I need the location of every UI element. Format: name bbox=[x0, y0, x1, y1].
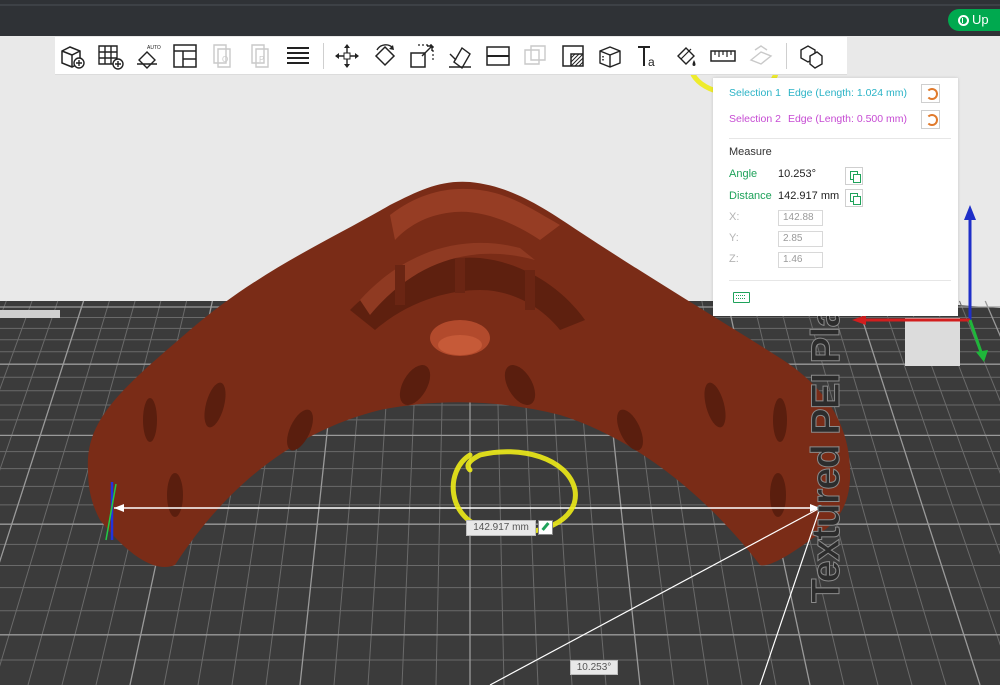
x-field[interactable]: 142.88 bbox=[778, 210, 823, 226]
seam-paint-button[interactable] bbox=[595, 41, 625, 71]
measure-title: Measure bbox=[729, 146, 772, 158]
distance-value: 142.917 mm bbox=[778, 190, 840, 202]
seam-paint-icon bbox=[599, 45, 622, 68]
assembly-button[interactable] bbox=[746, 41, 776, 71]
toolbar-separator bbox=[786, 42, 788, 69]
panel-divider bbox=[729, 280, 951, 281]
auto-orient-icon: AUTO bbox=[137, 45, 161, 69]
assembly-icon bbox=[749, 44, 773, 65]
copy-disabled-icon: O bbox=[213, 43, 232, 68]
copy-button[interactable]: O bbox=[207, 41, 237, 71]
upload-label: Up bbox=[972, 12, 989, 27]
paste-disabled-icon: P bbox=[251, 43, 269, 68]
rotate-button[interactable] bbox=[370, 41, 400, 71]
text-icon: a bbox=[637, 45, 655, 69]
panel-divider bbox=[729, 138, 951, 139]
layout-button[interactable] bbox=[170, 41, 200, 71]
upload-icon bbox=[958, 15, 969, 26]
main-toolbar: AUTO O P a bbox=[55, 37, 847, 75]
arrange-grid-icon bbox=[97, 44, 124, 70]
selection-2-row[interactable]: Selection 2 Edge (Length: 0.500 mm) bbox=[729, 110, 914, 128]
move-icon bbox=[335, 43, 360, 68]
upload-button[interactable]: Up bbox=[948, 9, 1000, 31]
paste-button[interactable]: P bbox=[245, 41, 275, 71]
auto-orient-button[interactable]: AUTO bbox=[132, 41, 162, 71]
edit-distance-icon[interactable] bbox=[538, 520, 553, 535]
cut-button[interactable] bbox=[483, 41, 513, 71]
support-paint-button[interactable] bbox=[558, 41, 588, 71]
copy-distance-button[interactable] bbox=[845, 189, 863, 207]
z-label: Z: bbox=[729, 253, 739, 265]
measure-button[interactable] bbox=[708, 41, 738, 71]
title-bar-strip bbox=[0, 4, 1000, 6]
y-label: Y: bbox=[729, 232, 739, 244]
reset-selection-1-button[interactable] bbox=[921, 84, 940, 103]
distance-label: Distance bbox=[729, 190, 772, 202]
plate-logo-area bbox=[905, 318, 960, 366]
color-paint-icon bbox=[676, 46, 695, 66]
measure-icon bbox=[710, 49, 736, 62]
split-icon bbox=[800, 44, 823, 69]
z-field[interactable]: 1.46 bbox=[778, 252, 823, 268]
cut-icon bbox=[485, 45, 510, 66]
angle-value: 10.253° bbox=[778, 168, 817, 180]
add-object-icon bbox=[61, 45, 85, 69]
angle-label: Angle bbox=[729, 168, 758, 180]
layers-icon bbox=[286, 46, 309, 64]
plate-tab bbox=[0, 310, 60, 318]
support-paint-icon bbox=[561, 44, 584, 67]
svg-text:O: O bbox=[222, 55, 228, 64]
split-button[interactable] bbox=[795, 41, 825, 71]
scale-button[interactable] bbox=[407, 41, 437, 71]
angle-readout: 10.253° bbox=[570, 660, 618, 675]
distance-readout: 142.917 mm bbox=[466, 520, 536, 536]
keyboard-icon[interactable] bbox=[733, 292, 750, 303]
reset-selection-2-button[interactable] bbox=[921, 110, 940, 129]
layers-button[interactable] bbox=[283, 41, 313, 71]
svg-text:P: P bbox=[259, 55, 264, 64]
copy-angle-button[interactable] bbox=[845, 167, 863, 185]
arrange-grid-button[interactable] bbox=[95, 41, 125, 71]
layout-icon bbox=[173, 43, 197, 68]
rotate-icon bbox=[374, 43, 395, 66]
y-field[interactable]: 2.85 bbox=[778, 231, 823, 247]
scale-icon bbox=[410, 43, 434, 68]
text-button[interactable]: a bbox=[633, 41, 663, 71]
boolean-disabled-icon bbox=[524, 44, 546, 65]
color-paint-button[interactable] bbox=[671, 41, 701, 71]
boolean-button[interactable] bbox=[520, 41, 550, 71]
move-button[interactable] bbox=[332, 41, 362, 71]
x-label: X: bbox=[729, 211, 740, 223]
title-bar: Up bbox=[0, 0, 1000, 36]
add-object-button[interactable] bbox=[57, 41, 87, 71]
selection-1-row[interactable]: Selection 1 Edge (Length: 1.024 mm) bbox=[729, 84, 914, 102]
svg-text:AUTO: AUTO bbox=[147, 45, 161, 51]
svg-text:a: a bbox=[648, 55, 655, 69]
lay-on-face-icon bbox=[448, 46, 471, 69]
lay-on-face-button[interactable] bbox=[445, 41, 475, 71]
toolbar-separator bbox=[323, 42, 325, 69]
